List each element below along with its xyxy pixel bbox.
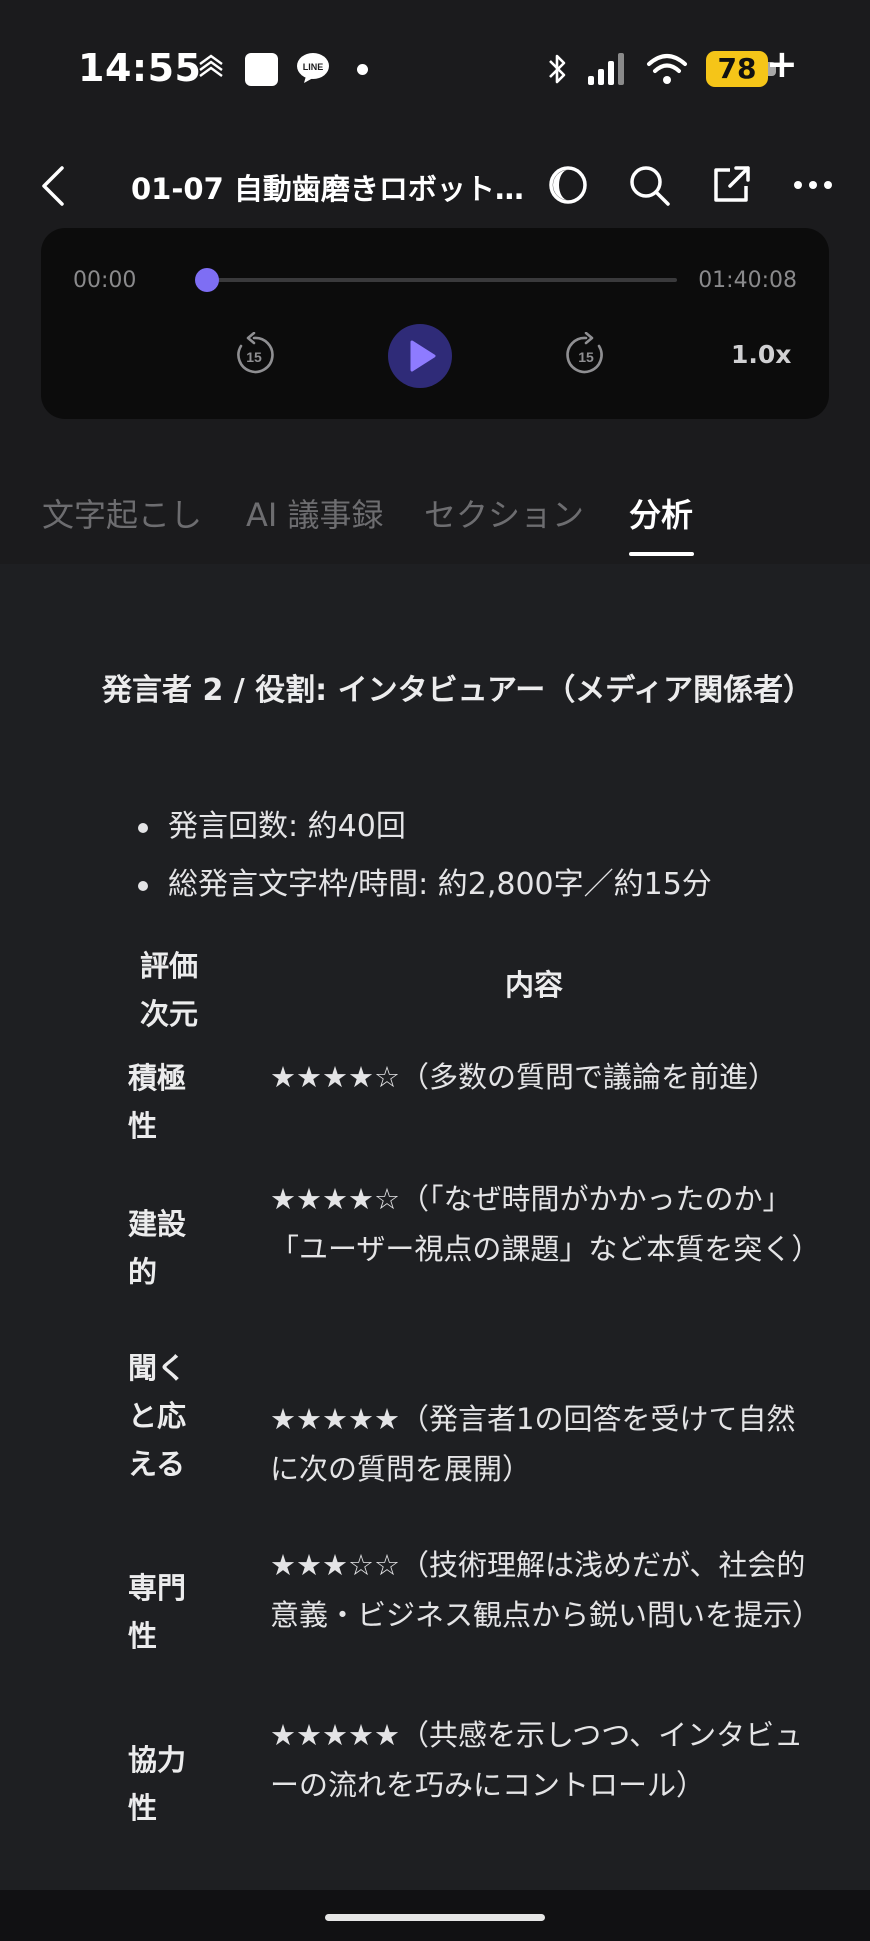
active-tab-indicator: [629, 552, 694, 556]
wifi-icon: [647, 54, 687, 84]
rewind-label: 15: [246, 349, 262, 365]
theme-toggle-icon[interactable]: [545, 162, 591, 208]
svg-text:LINE: LINE: [303, 62, 324, 72]
back-icon[interactable]: [38, 164, 68, 208]
table-row-dimension: 聞くと応える: [128, 1351, 187, 1481]
speaker-heading: 発言者 2 / 役割: インタビュアー（メディア関係者）: [102, 673, 814, 708]
list-item: 発言回数: 約40回: [138, 798, 712, 856]
table-row-dimension: 専門性: [128, 1571, 187, 1653]
tab-analysis[interactable]: 分析: [629, 490, 693, 536]
line-app-icon: LINE: [297, 53, 329, 83]
battery-icon: 78: [706, 51, 776, 87]
forward-label: 15: [578, 349, 594, 365]
playback-speed-button[interactable]: 1.0x: [731, 340, 791, 369]
rewind-15-icon[interactable]: 15: [231, 332, 277, 378]
play-icon: [410, 340, 436, 372]
bluetooth-icon: [549, 54, 566, 84]
tab-transcript[interactable]: 文字起こし: [42, 490, 202, 536]
current-time: 00:00: [73, 268, 137, 293]
home-indicator[interactable]: [325, 1914, 545, 1921]
share-icon[interactable]: [708, 162, 754, 208]
speaker-stats-list: 発言回数: 約40回 総発言文字枠/時間: 約2,800字／約15分: [138, 798, 712, 914]
table-row-content: ★★★★★（共感を示しつつ、インタビューの流れを巧みにコントロール）: [270, 1718, 804, 1802]
analysis-content: 発言者 2 / 役割: インタビュアー（メディア関係者） 発言回数: 約40回 …: [0, 564, 870, 1890]
table-row-dimension: 建設的: [128, 1207, 187, 1289]
more-icon[interactable]: [790, 162, 836, 208]
forward-15-icon[interactable]: 15: [563, 332, 609, 378]
tab-bar: 文字起こし AI 議事録 セクション 分析: [0, 480, 870, 564]
table-header-content: 内容: [505, 968, 564, 1002]
list-item: 総発言文字枠/時間: 約2,800字／約15分: [138, 856, 712, 914]
stack-icon: [199, 54, 223, 77]
table-row-dimension: 積極性: [128, 1061, 187, 1143]
search-icon[interactable]: [626, 162, 672, 208]
status-time: 14:55: [78, 46, 202, 90]
table-row-content: ★★★★★（発言者1の回答を受けて自然に次の質問を展開）: [270, 1402, 796, 1486]
signal-icon: [588, 53, 624, 85]
progress-knob[interactable]: [195, 268, 219, 292]
square-app-icon: [245, 53, 278, 86]
progress-track[interactable]: [207, 278, 677, 282]
tab-ai-minutes[interactable]: AI 議事録: [246, 490, 384, 536]
total-time: 01:40:08: [698, 268, 797, 293]
table-row-content: ★★★★☆（多数の質問で議論を前進）: [270, 1060, 777, 1094]
table-row-dimension: 協力性: [128, 1743, 187, 1825]
table-row-content: ★★★☆☆（技術理解は浅めだが、社会的意義・ビジネス観点から鋭い問いを提示）: [270, 1548, 822, 1632]
tab-sections[interactable]: セクション: [424, 490, 584, 536]
table-row-content: ★★★★☆（「なぜ時間がかかったのか」「ユーザー視点の課題」など本質を突く）: [270, 1182, 821, 1266]
play-button[interactable]: [388, 324, 452, 388]
top-app-bar: 01-07 自動歯磨きロボット…: [0, 150, 870, 220]
status-bar: 14:55 LINE 78 +: [0, 0, 870, 140]
navigation-bar: [0, 1890, 870, 1941]
audio-player: 00:00 01:40:08 15 15 1.0x: [41, 228, 829, 419]
notification-dot-icon: [357, 64, 368, 75]
page-title: 01-07 自動歯磨きロボット…: [131, 172, 524, 206]
charging-plus-icon: +: [766, 42, 798, 86]
table-header-dimension: 評価次元: [140, 949, 199, 1031]
